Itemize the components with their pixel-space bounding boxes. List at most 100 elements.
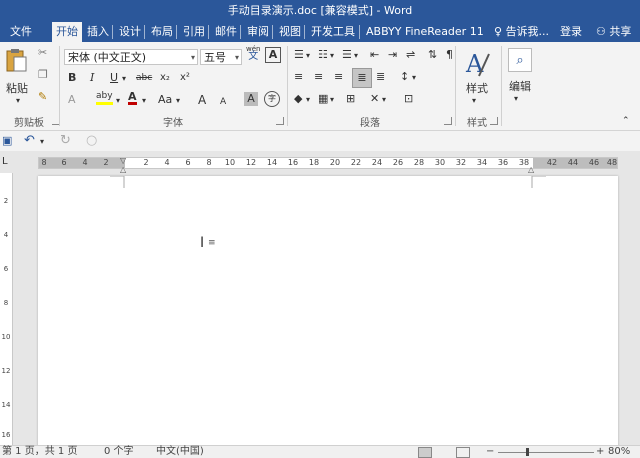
strikethrough-button[interactable]: abc xyxy=(136,71,152,85)
chevron-down-icon[interactable]: ▾ xyxy=(382,93,386,107)
pilcrow-icon[interactable]: ¶ xyxy=(446,48,453,62)
word-count[interactable]: 0 个字 xyxy=(104,446,134,458)
find-button[interactable]: ⌕ xyxy=(508,48,532,72)
align-left-icon[interactable]: ≡ xyxy=(294,70,303,84)
numbering-icon[interactable]: ☷ xyxy=(318,48,328,62)
paragraph-launcher-icon[interactable] xyxy=(444,117,452,125)
shrink-font-button[interactable]: A xyxy=(220,95,226,109)
ruler-tick: 34 xyxy=(476,158,488,167)
ruler-tick: 32 xyxy=(455,158,467,167)
paste-dropdown-icon[interactable]: ▾ xyxy=(16,94,20,108)
tab-design[interactable]: 设计 xyxy=(115,22,145,42)
ruler-tick: 42 xyxy=(546,158,558,167)
clear-formatting-button[interactable]: A xyxy=(68,93,76,107)
pinyin-guide-button[interactable]: wén 文 xyxy=(246,45,260,62)
language-indicator[interactable]: 中文(中国) xyxy=(156,446,204,458)
highlight-button[interactable]: aby xyxy=(96,91,113,105)
bold-button[interactable]: B xyxy=(68,71,76,85)
underline-dropdown-icon[interactable]: ▾ xyxy=(122,72,126,86)
borders-icon[interactable]: ▦ xyxy=(318,92,328,106)
font-color-dropdown-icon[interactable]: ▾ xyxy=(142,94,146,108)
zoom-level[interactable]: 80% xyxy=(608,446,630,458)
chevron-down-icon[interactable]: ▾ xyxy=(306,49,310,63)
paste-button[interactable] xyxy=(2,46,30,76)
document-page[interactable]: I ≡ xyxy=(38,176,618,450)
chevron-down-icon[interactable]: ▾ xyxy=(412,71,416,85)
multilevel-list-icon[interactable]: ☰ xyxy=(342,48,352,62)
tab-home[interactable]: 开始 xyxy=(52,22,82,42)
tab-file[interactable]: 文件 xyxy=(6,22,36,42)
chinese-layout-icon[interactable]: ⇌ xyxy=(406,48,415,62)
chevron-down-icon[interactable]: ▾ xyxy=(472,94,476,108)
character-shading-button[interactable]: A xyxy=(244,92,258,106)
collapse-ribbon-icon[interactable]: ⌃ xyxy=(622,114,630,128)
vertical-ruler[interactable]: 2 4 6 8 10 12 14 16 xyxy=(0,173,13,445)
align-right-icon[interactable]: ≡ xyxy=(334,70,343,84)
styles-gallery-button[interactable]: A xyxy=(462,46,492,82)
sort-icon[interactable]: ⇅ xyxy=(428,48,437,62)
bullets-icon[interactable]: ☰ xyxy=(294,48,304,62)
share-button[interactable]: ⚇ 共享 xyxy=(592,22,635,42)
undo-dropdown-icon[interactable]: ▾ xyxy=(40,135,44,149)
character-scaling-icon[interactable]: ⊡ xyxy=(404,92,413,106)
line-spacing-icon[interactable]: ↕ xyxy=(400,70,409,84)
shading-icon[interactable]: ◆ xyxy=(294,92,302,106)
italic-button[interactable]: I xyxy=(90,71,94,85)
zoom-in-icon[interactable]: + xyxy=(596,446,604,458)
font-launcher-icon[interactable] xyxy=(276,117,284,125)
character-border-button[interactable]: A xyxy=(265,47,281,63)
tab-selector-icon[interactable]: L xyxy=(2,155,8,169)
chevron-down-icon[interactable]: ▾ xyxy=(306,93,310,107)
print-layout-icon[interactable] xyxy=(418,447,432,458)
tab-insert[interactable]: 插入 xyxy=(83,22,113,42)
undo-icon[interactable]: ↶ xyxy=(24,134,35,148)
web-layout-icon[interactable] xyxy=(456,447,470,458)
tell-me-search[interactable]: ♀ 告诉我... xyxy=(490,22,553,42)
align-center-icon[interactable]: ≡ xyxy=(314,70,323,84)
tab-developer[interactable]: 开发工具 xyxy=(307,22,359,42)
tab-layout[interactable]: 布局 xyxy=(147,22,177,42)
tab-abbyy[interactable]: ABBYY FineReader 11 xyxy=(362,22,488,42)
circle-icon[interactable]: ○ xyxy=(86,134,97,148)
chevron-down-icon[interactable]: ▾ xyxy=(514,92,518,106)
tab-view[interactable]: 视图 xyxy=(275,22,305,42)
superscript-button[interactable]: x² xyxy=(180,71,190,85)
enclose-characters-button[interactable]: 字 xyxy=(264,91,280,107)
zoom-out-icon[interactable]: − xyxy=(486,446,494,458)
grow-font-button[interactable]: A xyxy=(198,93,206,107)
zoom-slider[interactable] xyxy=(498,452,594,453)
tab-mailings[interactable]: 邮件 xyxy=(211,22,241,42)
increase-indent-icon[interactable]: ⇥ xyxy=(388,48,397,62)
horizontal-ruler[interactable]: 8 6 4 2 2 4 6 8 10 12 14 16 18 20 22 24 … xyxy=(38,156,618,174)
format-painter-icon[interactable]: ✎ xyxy=(38,90,47,104)
subscript-button[interactable]: x₂ xyxy=(160,71,170,85)
cut-icon[interactable]: ✂ xyxy=(38,46,47,60)
ruler-tick: 22 xyxy=(350,158,362,167)
chevron-down-icon[interactable]: ▾ xyxy=(354,49,358,63)
chevron-down-icon[interactable]: ▾ xyxy=(330,93,334,107)
highlight-dropdown-icon[interactable]: ▾ xyxy=(116,94,120,108)
chevron-down-icon[interactable]: ▾ xyxy=(330,49,334,63)
styles-launcher-icon[interactable] xyxy=(490,117,498,125)
change-case-dropdown-icon[interactable]: ▾ xyxy=(176,94,180,108)
asian-layout-icon[interactable]: ⊞ xyxy=(346,92,355,106)
login-link[interactable]: 登录 xyxy=(556,22,586,42)
tab-review[interactable]: 审阅 xyxy=(243,22,273,42)
justify-icon[interactable]: ≣ xyxy=(352,68,372,88)
font-name-combo[interactable]: 宋体 (中文正文) ▾ xyxy=(64,49,198,65)
right-indent-icon[interactable]: △ xyxy=(528,163,534,177)
change-case-button[interactable]: Aa xyxy=(158,93,172,107)
zoom-slider-thumb[interactable] xyxy=(526,448,529,456)
underline-button[interactable]: U xyxy=(110,71,118,85)
copy-icon[interactable]: ❐ xyxy=(38,68,48,82)
distributed-icon[interactable]: ≣ xyxy=(376,70,385,84)
hanging-indent-icon[interactable]: △ xyxy=(120,163,126,177)
font-color-button[interactable]: A xyxy=(128,91,137,105)
asian-typography-icon[interactable]: ✕ xyxy=(370,92,379,106)
redo-icon[interactable]: ↻ xyxy=(60,134,71,148)
font-size-combo[interactable]: 五号 ▾ xyxy=(200,49,242,65)
save-icon[interactable]: ▣ xyxy=(2,134,12,148)
decrease-indent-icon[interactable]: ⇤ xyxy=(370,48,379,62)
tab-references[interactable]: 引用 xyxy=(179,22,209,42)
page-count[interactable]: 第 1 页，共 1 页 xyxy=(2,446,77,458)
